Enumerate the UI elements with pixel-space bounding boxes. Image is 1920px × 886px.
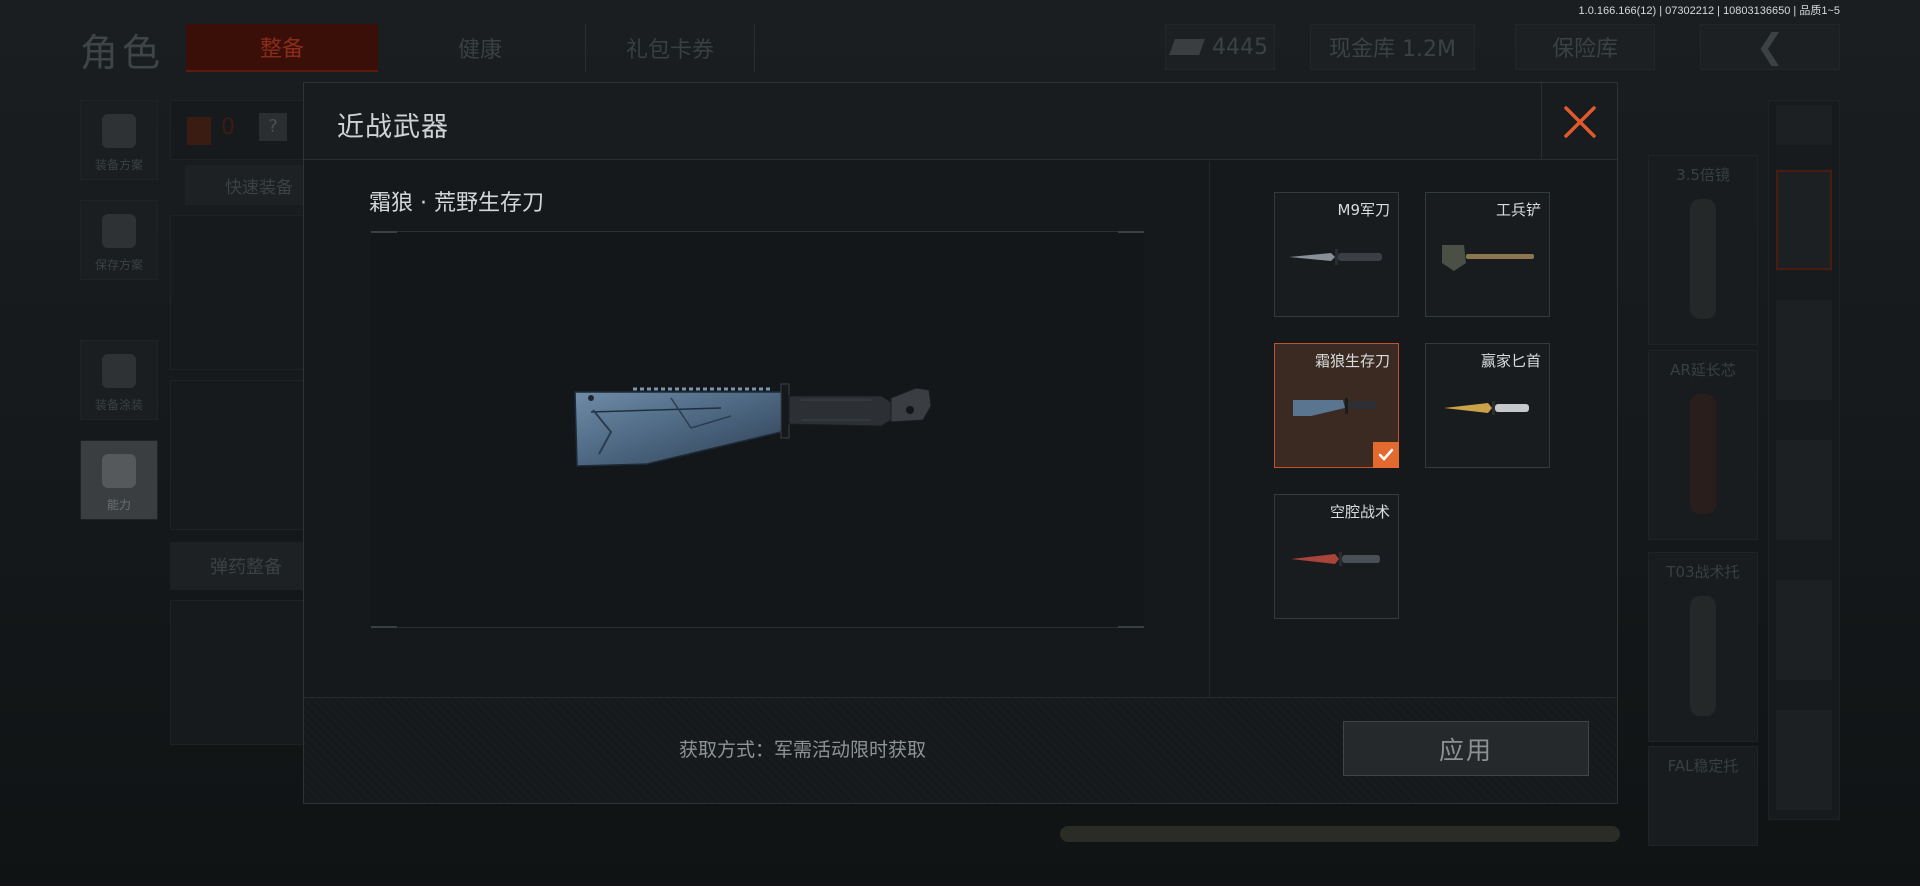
back-arrow-icon: ❮ bbox=[1755, 27, 1785, 67]
frame-corner bbox=[1118, 231, 1144, 233]
apply-button[interactable]: 应用 bbox=[1343, 721, 1589, 776]
attachment-scope[interactable]: 3.5倍镜 bbox=[1648, 155, 1758, 345]
attachment-image bbox=[1690, 596, 1716, 716]
attachment-stock[interactable]: T03战术托 bbox=[1648, 552, 1758, 742]
page-title: 角色 bbox=[80, 31, 165, 75]
sidebar-item-label: 能力 bbox=[106, 498, 131, 512]
sidebar-item-skins[interactable]: 装备涂装 bbox=[80, 340, 158, 420]
m9-bayonet-image bbox=[1289, 249, 1382, 265]
weapon-option-shovel[interactable]: 工兵铲 bbox=[1425, 192, 1550, 317]
frame-corner bbox=[1118, 626, 1144, 628]
attachment-label: AR延长芯 bbox=[1670, 361, 1736, 379]
lightning-icon bbox=[102, 454, 136, 488]
safe-button[interactable]: 保险库 bbox=[1515, 24, 1655, 70]
armor-count: 0 bbox=[221, 115, 235, 140]
sidebar-item-label: 装备涂装 bbox=[94, 398, 143, 412]
rifle-image bbox=[1060, 826, 1620, 842]
quick-equip-button[interactable]: 快速装备 bbox=[185, 165, 305, 205]
weapon-preview[interactable] bbox=[371, 231, 1144, 628]
attachment-image bbox=[1690, 394, 1716, 514]
helmet-slot[interactable] bbox=[170, 215, 305, 370]
hollow-tactical-knife-image bbox=[1291, 552, 1380, 566]
vest-slot[interactable] bbox=[170, 380, 305, 530]
melee-weapon-dialog: 近战武器 霜狼 · 荒野生存刀 M9军刀 工兵铲 霜狼生存刀 赢家匕首 空腔战术… bbox=[303, 82, 1618, 804]
cash-icon bbox=[1169, 39, 1205, 55]
ammo-button[interactable]: 弹药整备 bbox=[170, 542, 305, 590]
rifle-icon[interactable] bbox=[1776, 440, 1832, 540]
selected-check-badge bbox=[1373, 442, 1399, 468]
sidebar-item-loadout-plan[interactable]: 装备方案 bbox=[80, 100, 158, 180]
attachment-label: T03战术托 bbox=[1666, 563, 1740, 581]
weapon-option-label: 空腔战术 bbox=[1329, 503, 1390, 521]
dialog-footer: 获取方式：军需活动限时获取 应用 bbox=[304, 697, 1617, 803]
attachment-barrel[interactable]: AR延长芯 bbox=[1648, 350, 1758, 540]
backpack-slot[interactable] bbox=[170, 600, 305, 745]
sidebar-item-label: 保存方案 bbox=[94, 258, 143, 272]
attachment-label: FAL稳定托 bbox=[1667, 757, 1739, 775]
version-info: 1.0.166.166(12) | 07302212 | 10803136650… bbox=[1578, 5, 1840, 17]
sidebar-item-ability[interactable]: 能力 bbox=[80, 440, 158, 520]
attachment-image bbox=[1690, 199, 1716, 319]
tab-loadout[interactable]: 整备 bbox=[186, 24, 378, 72]
mask-icon bbox=[102, 354, 136, 388]
back-button[interactable]: ❮ bbox=[1700, 24, 1840, 70]
skin-icon[interactable] bbox=[1776, 105, 1832, 145]
close-icon bbox=[1563, 105, 1596, 138]
close-button[interactable] bbox=[1541, 83, 1617, 160]
shovel-image bbox=[1442, 245, 1534, 271]
vault-button[interactable]: 现金库 1.2M bbox=[1310, 24, 1475, 70]
layers-icon[interactable] bbox=[1776, 170, 1832, 270]
weapon-option-label: 霜狼生存刀 bbox=[1314, 352, 1390, 370]
currency-value: 4445 bbox=[1212, 34, 1268, 60]
column-divider bbox=[1209, 161, 1210, 701]
frost-wolf-knife-image bbox=[1293, 398, 1376, 416]
magazine-icon[interactable] bbox=[1776, 580, 1832, 680]
weapon-option-hollow-tactical[interactable]: 空腔战术 bbox=[1274, 494, 1399, 619]
selected-weapon-name: 霜狼 · 荒野生存刀 bbox=[369, 191, 544, 216]
download-icon bbox=[102, 214, 136, 248]
tab-gift-cards[interactable]: 礼包卡券 bbox=[585, 24, 755, 72]
attachment-stock-2[interactable]: FAL稳定托 bbox=[1648, 746, 1758, 846]
checkmark-icon bbox=[1378, 448, 1394, 461]
grip-icon[interactable] bbox=[1776, 710, 1832, 810]
frame-corner bbox=[371, 231, 397, 233]
weapon-option-winner-dagger[interactable]: 赢家匕首 bbox=[1425, 343, 1550, 468]
survival-knife-image bbox=[574, 383, 932, 467]
dialog-header: 近战武器 bbox=[304, 83, 1617, 160]
attachment-label: 3.5倍镜 bbox=[1676, 166, 1730, 184]
weapon-option-m9-bayonet[interactable]: M9军刀 bbox=[1274, 192, 1399, 317]
sidebar-item-label: 装备方案 bbox=[94, 158, 143, 172]
weapon-option-label: 赢家匕首 bbox=[1480, 352, 1541, 370]
armor-icon bbox=[187, 117, 211, 145]
currency-display[interactable]: 4445 bbox=[1165, 24, 1275, 70]
acquire-method-text: 获取方式：军需活动限时获取 bbox=[679, 739, 927, 761]
sidebar-item-save-plan[interactable]: 保存方案 bbox=[80, 200, 158, 280]
vest-icon bbox=[102, 114, 136, 148]
helmet-icon[interactable] bbox=[1776, 300, 1832, 400]
weapon-option-label: 工兵铲 bbox=[1495, 201, 1541, 219]
tab-health[interactable]: 健康 bbox=[420, 24, 540, 72]
dialog-title: 近战武器 bbox=[337, 112, 449, 143]
winner-dagger-image bbox=[1444, 401, 1529, 415]
weapon-option-frost-wolf-knife[interactable]: 霜狼生存刀 bbox=[1274, 343, 1399, 468]
help-icon[interactable]: ? bbox=[259, 113, 287, 141]
armor-counter: 0 ? bbox=[170, 100, 310, 160]
frame-corner bbox=[371, 626, 397, 628]
weapon-option-label: M9军刀 bbox=[1337, 201, 1391, 219]
